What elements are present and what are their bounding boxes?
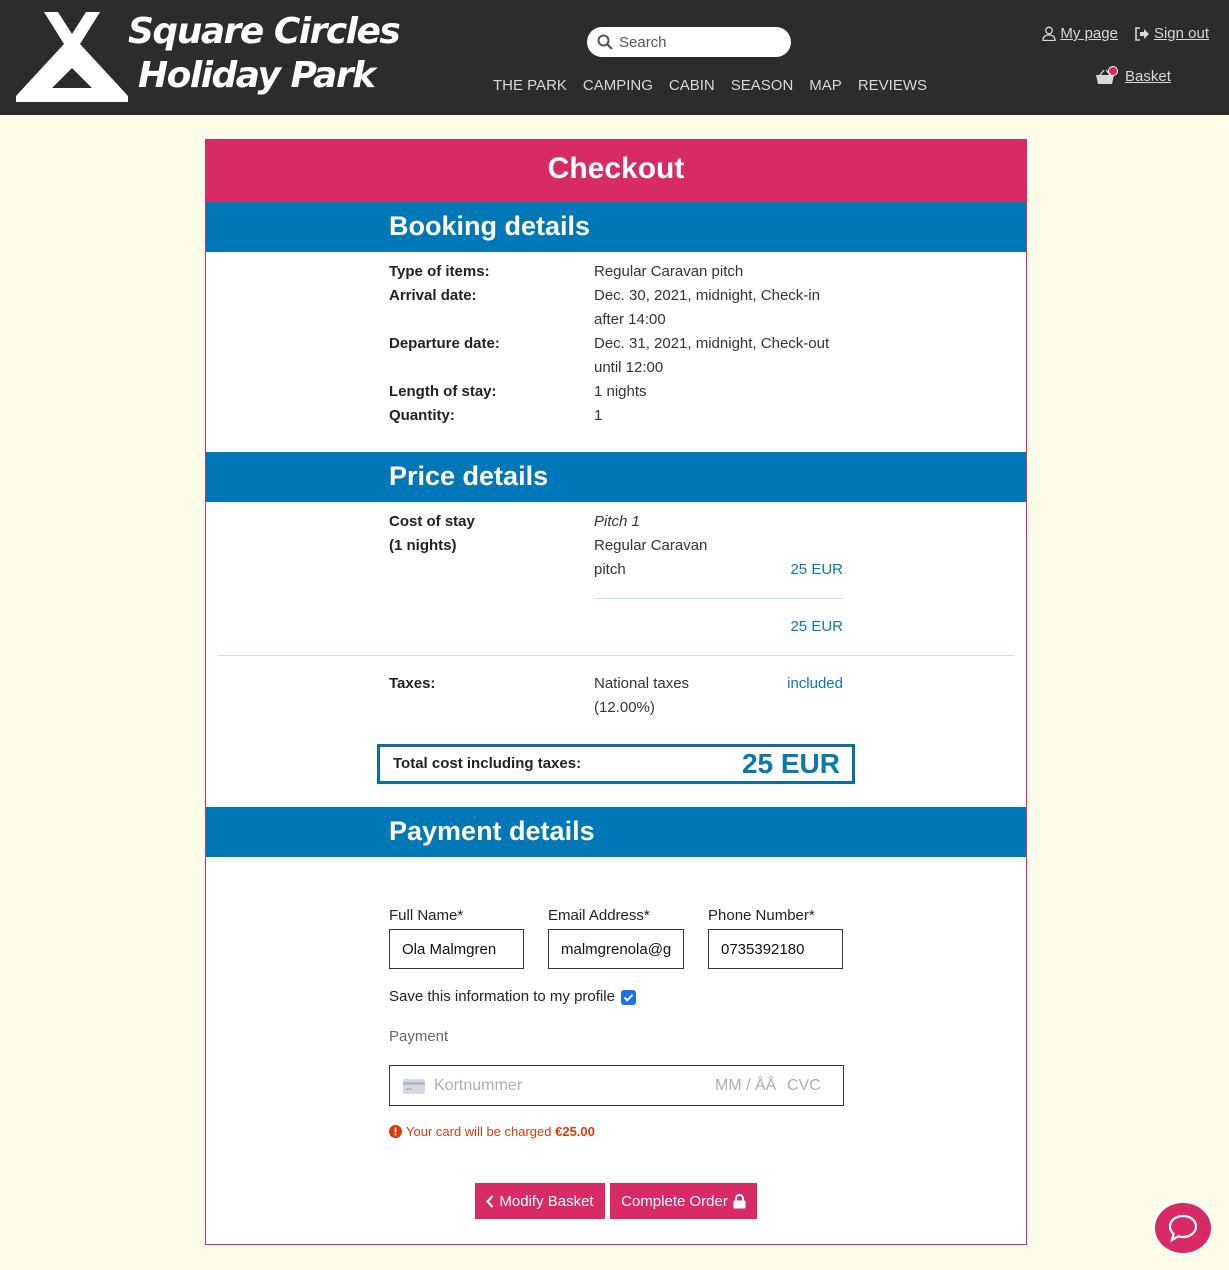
checkmark-icon bbox=[623, 994, 634, 1002]
length-label: Length of stay: bbox=[389, 383, 497, 400]
save-info-checkbox[interactable] bbox=[621, 990, 636, 1005]
lock-icon bbox=[733, 1193, 746, 1208]
total-value: 25 EUR bbox=[741, 748, 840, 779]
email-label: Email Address* bbox=[548, 907, 650, 924]
checkout-card: Checkout Booking details Type of items: … bbox=[205, 139, 1027, 1245]
card-number-placeholder: Kortnummer bbox=[434, 1077, 523, 1094]
my-page-label: My page bbox=[1060, 25, 1118, 42]
sign-out-link[interactable]: Sign out bbox=[1134, 25, 1209, 42]
arrival-value-line-1: Dec. 30, 2021, midnight, Check-in bbox=[594, 287, 820, 304]
basket-link[interactable]: Basket bbox=[1095, 66, 1171, 85]
brand-line-2: Holiday Park bbox=[138, 55, 376, 96]
user-icon bbox=[1042, 26, 1057, 41]
alert-icon bbox=[389, 1125, 402, 1138]
basket-label[interactable]: Basket bbox=[1125, 68, 1171, 85]
tax-name-line-2: (12.00%) bbox=[594, 699, 655, 716]
pitch-price: 25 EUR bbox=[790, 561, 843, 578]
save-info-label: Save this information to my profile bbox=[389, 988, 615, 1005]
expiry-placeholder: MM / ÅÅ bbox=[715, 1077, 777, 1094]
payment-details-heading: Payment details bbox=[206, 807, 1026, 857]
payment-label: Payment bbox=[389, 1028, 449, 1045]
phone-label: Phone Number* bbox=[708, 907, 815, 924]
nav-the-park[interactable]: THE PARK bbox=[493, 77, 567, 94]
departure-value-line-1: Dec. 31, 2021, midnight, Check-out bbox=[594, 335, 830, 352]
complete-order-button[interactable]: Complete Order bbox=[610, 1183, 757, 1219]
total-box: Total cost including taxes: 25 EUR bbox=[377, 744, 855, 784]
type-label: Type of items: bbox=[389, 263, 490, 280]
account-links: My page Sign out bbox=[1042, 25, 1209, 42]
complete-order-label: Complete Order bbox=[621, 1192, 728, 1210]
checkout-title: Checkout bbox=[206, 140, 1026, 202]
nav-season[interactable]: SEASON bbox=[731, 77, 794, 94]
modify-basket-label: Modify Basket bbox=[499, 1192, 594, 1210]
credit-card-icon bbox=[403, 1079, 425, 1094]
type-value: Regular Caravan pitch bbox=[594, 263, 744, 280]
cost-label-line-2: (1 nights) bbox=[389, 537, 457, 554]
modify-basket-button[interactable]: Modify Basket bbox=[475, 1183, 605, 1219]
departure-value-line-2: until 12:00 bbox=[594, 359, 664, 376]
my-page-link[interactable]: My page bbox=[1042, 25, 1118, 42]
quantity-label: Quantity: bbox=[389, 407, 455, 424]
charge-notice: Your card will be charged €25.00 bbox=[389, 1124, 595, 1139]
booking-details-heading: Booking details bbox=[206, 202, 1026, 252]
full-name-label: Full Name* bbox=[389, 907, 464, 924]
subtotal-divider bbox=[594, 598, 844, 599]
card-input[interactable]: Kortnummer MM / ÅÅ CVC bbox=[389, 1065, 844, 1106]
chat-button[interactable] bbox=[1153, 1201, 1213, 1255]
search-icon bbox=[597, 34, 613, 50]
cvc-placeholder: CVC bbox=[787, 1077, 821, 1094]
taxes-divider bbox=[218, 655, 1014, 656]
basket-notification-dot bbox=[1108, 66, 1118, 76]
price-details-heading: Price details bbox=[206, 452, 1026, 502]
site-header: Square Circles Holiday Park THE PARK CAM… bbox=[0, 0, 1229, 115]
charge-notice-text: Your card will be charged bbox=[406, 1124, 556, 1139]
charge-amount: €25.00 bbox=[555, 1124, 595, 1139]
quantity-value: 1 bbox=[594, 407, 603, 424]
arrival-label: Arrival date: bbox=[389, 287, 477, 304]
nav-cabin[interactable]: CABIN bbox=[669, 77, 715, 94]
phone-field[interactable] bbox=[708, 929, 843, 969]
subtotal-price: 25 EUR bbox=[790, 618, 843, 635]
tent-logo-icon[interactable] bbox=[14, 10, 130, 102]
pitch-type-line-1: Regular Caravan bbox=[594, 537, 708, 554]
chat-bubble-icon bbox=[1168, 1214, 1198, 1242]
taxes-label: Taxes: bbox=[389, 675, 436, 692]
email-field[interactable] bbox=[548, 929, 684, 969]
departure-label: Departure date: bbox=[389, 335, 500, 352]
cost-label-line-1: Cost of stay bbox=[389, 513, 475, 530]
search-box bbox=[587, 27, 791, 57]
pitch-type-line-2: pitch bbox=[594, 561, 626, 578]
length-value: 1 nights bbox=[594, 383, 647, 400]
site-brand[interactable]: Square Circles Holiday Park bbox=[128, 10, 401, 98]
tax-value: included bbox=[787, 675, 843, 692]
search-input[interactable] bbox=[619, 31, 779, 53]
pitch-name: Pitch 1 bbox=[594, 513, 640, 530]
full-name-field[interactable] bbox=[389, 929, 524, 969]
chevron-left-icon bbox=[486, 1194, 494, 1208]
nav-map[interactable]: MAP bbox=[809, 77, 842, 94]
total-label: Total cost including taxes: bbox=[393, 755, 582, 772]
sign-out-label: Sign out bbox=[1153, 25, 1209, 42]
nav-reviews[interactable]: REVIEWS bbox=[858, 77, 927, 94]
main-nav: THE PARK CAMPING CABIN SEASON MAP REVIEW… bbox=[493, 77, 943, 94]
tax-name-line-1: National taxes bbox=[594, 675, 690, 692]
nav-camping[interactable]: CAMPING bbox=[583, 77, 653, 94]
brand-line-1: Square Circles bbox=[128, 11, 401, 52]
arrival-value-line-2: after 14:00 bbox=[594, 311, 666, 328]
sign-out-icon bbox=[1135, 26, 1149, 41]
